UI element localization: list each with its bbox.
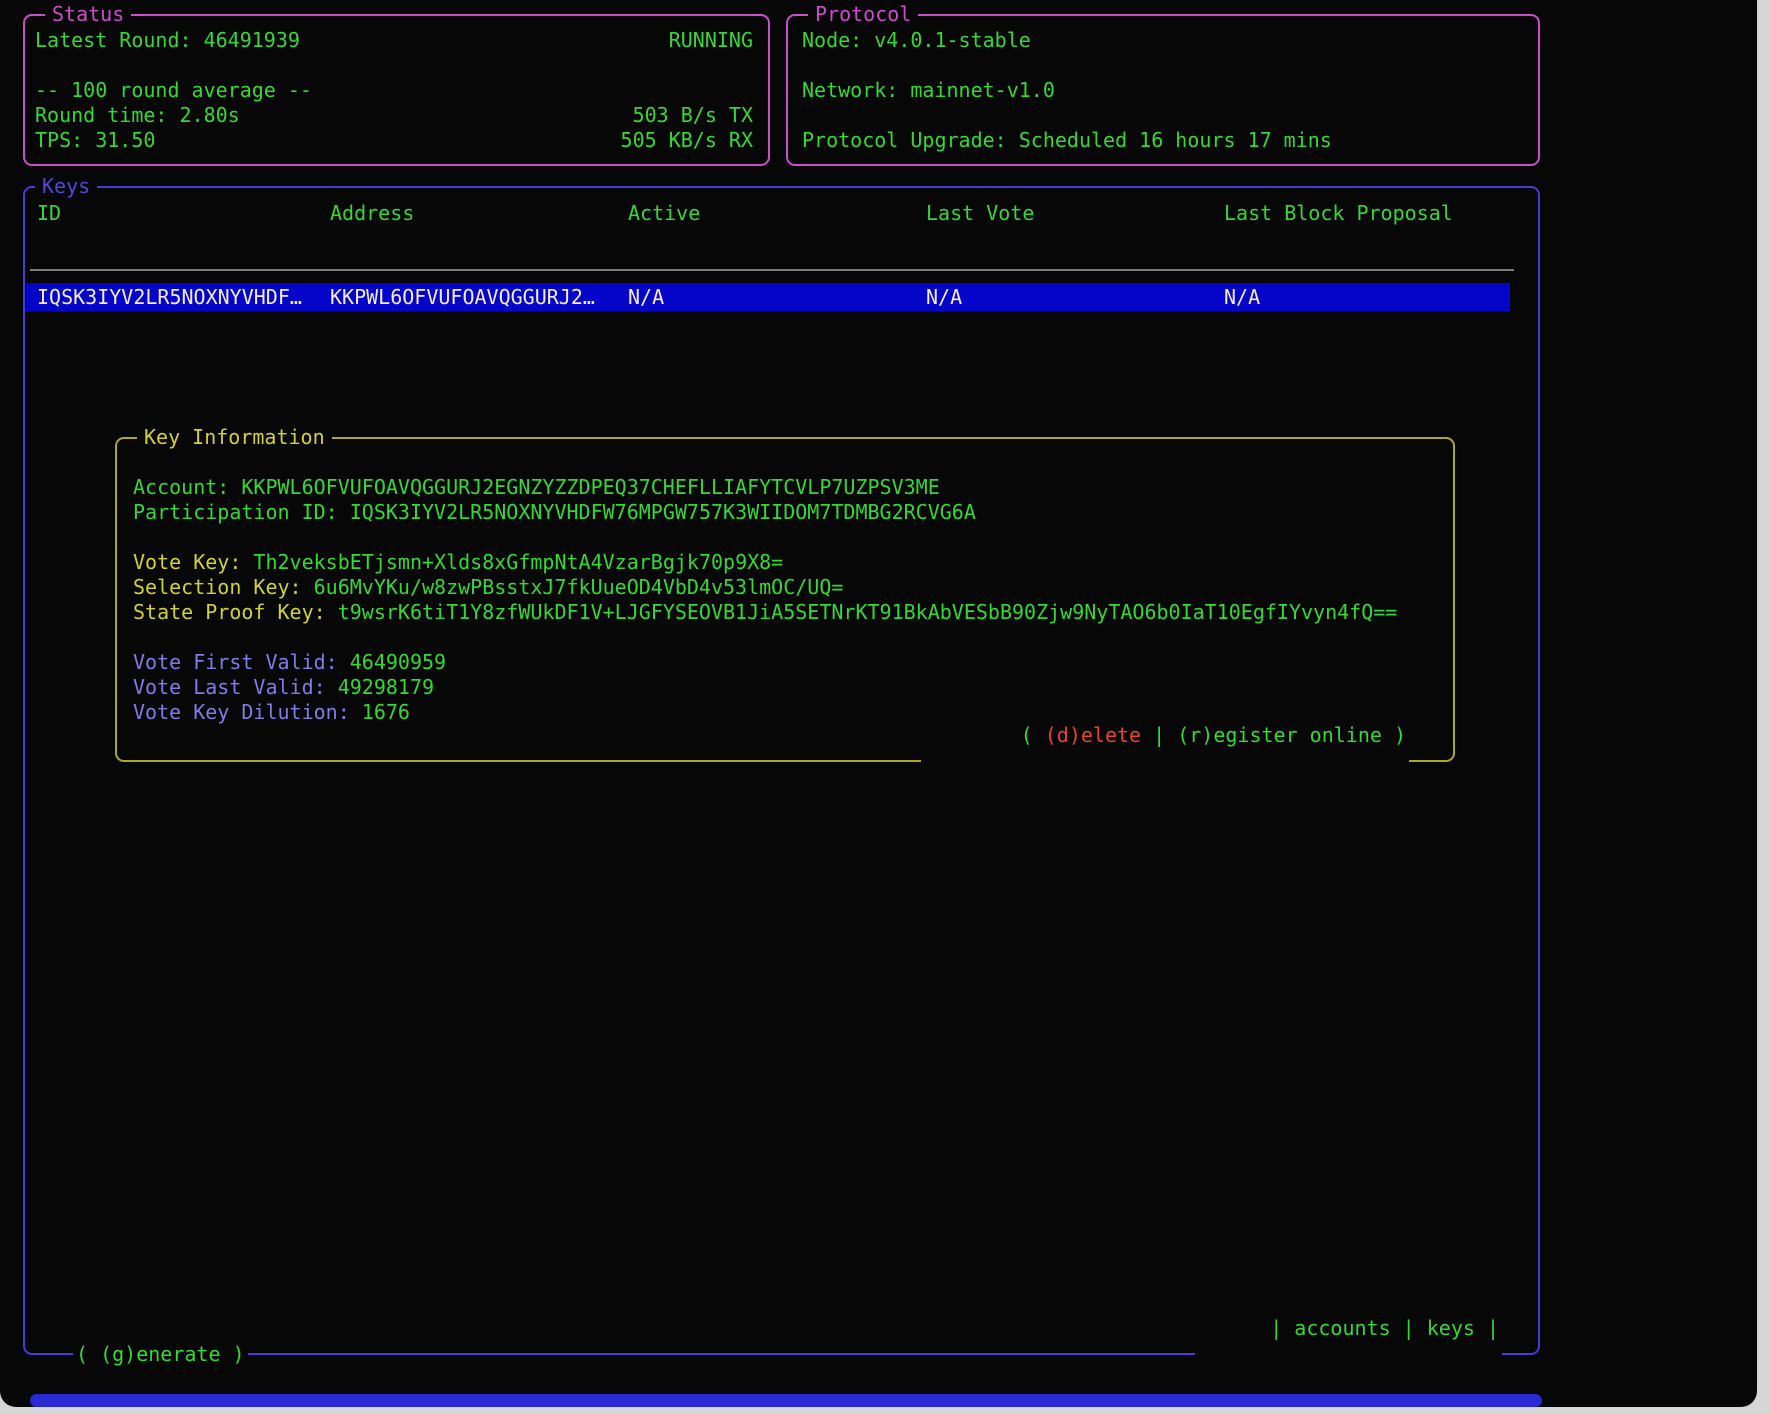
protocol-panel-title: Protocol bbox=[808, 1, 918, 27]
account-value: KKPWL6OFVUFOAVQGGURJ2EGNZYZZDPEQ37CHEFLL… bbox=[241, 475, 939, 499]
vote-key-line: Vote Key: Th2veksbETjsmn+Xlds8xGfmpNtA4V… bbox=[133, 550, 1443, 575]
keys-panel: Keys ID Address Active Last Vote Last Bl… bbox=[23, 186, 1540, 1355]
column-header-last-block-proposal: Last Block Proposal bbox=[1224, 201, 1453, 225]
status-panel-title: Status bbox=[45, 1, 131, 27]
state-proof-key-value: t9wsrK6tiT1Y8zfWUkDF1V+LJGFYSEOVB1JiA5SE… bbox=[338, 600, 1398, 624]
status-panel: Status Latest Round: 46491939 RUNNING --… bbox=[23, 14, 770, 166]
protocol-upgrade: Protocol Upgrade: Scheduled 16 hours 17 … bbox=[802, 128, 1528, 153]
key-actions-open: ( bbox=[1021, 723, 1045, 747]
latest-round: Latest Round: 46491939 bbox=[35, 28, 300, 53]
account-line: Account: KKPWL6OFVUFOAVQGGURJ2EGNZYZZDPE… bbox=[133, 475, 1443, 500]
key-actions-close: ) bbox=[1382, 723, 1406, 747]
vote-key-dilution-value: 1676 bbox=[362, 700, 410, 724]
row-cell-address: KKPWL6OFVUFOAVQGGURJ2… bbox=[330, 283, 595, 311]
tps: TPS: 31.50 bbox=[35, 128, 155, 153]
state-proof-key-line: State Proof Key: t9wsrK6tiT1Y8zfWUkDF1V+… bbox=[133, 600, 1443, 625]
column-header-active: Active bbox=[628, 201, 700, 225]
bottom-scrollbar[interactable] bbox=[30, 1394, 1542, 1407]
network: Network: mainnet-v1.0 bbox=[802, 78, 1528, 103]
key-actions: ( (d)elete | (r)egister online ) bbox=[921, 696, 1409, 774]
terminal-window: Status Latest Round: 46491939 RUNNING --… bbox=[0, 0, 1757, 1407]
tps-value: 31.50 bbox=[95, 128, 155, 152]
row-cell-last-block-proposal: N/A bbox=[1224, 283, 1260, 311]
round-time-value: 2.80s bbox=[180, 103, 240, 127]
column-header-id: ID bbox=[37, 201, 61, 225]
key-information-panel: Key Information Account: KKPWL6OFVUFOAVQ… bbox=[115, 437, 1455, 762]
vote-first-valid-line: Vote First Valid: 46490959 bbox=[133, 650, 1443, 675]
tx-rate: 503 B/s TX bbox=[633, 103, 753, 128]
selection-key-line: Selection Key: 6u6MvYKu/w8zwPBsstxJ7fkUu… bbox=[133, 575, 1443, 600]
nav-tab-keys[interactable]: keys bbox=[1427, 1316, 1475, 1340]
row-cell-id: IQSK3IYV2LR5NOXNYVHDF… bbox=[37, 283, 302, 311]
participation-id-line: Participation ID: IQSK3IYV2LR5NOXNYVHDFW… bbox=[133, 500, 1443, 525]
vote-key-value: Th2veksbETjsmn+Xlds8xGfmpNtA4VzarBgjk70p… bbox=[253, 550, 783, 574]
key-actions-separator: | bbox=[1141, 723, 1177, 747]
nav-separator: | bbox=[1391, 1316, 1427, 1340]
protocol-upgrade-value: Scheduled 16 hours 17 mins bbox=[1019, 128, 1332, 152]
view-nav: | accounts | keys | bbox=[1195, 1289, 1502, 1367]
round-average-header: -- 100 round average -- bbox=[35, 78, 753, 103]
vote-first-valid-value: 46490959 bbox=[350, 650, 446, 674]
keys-panel-title: Keys bbox=[35, 173, 97, 199]
participation-id-value: IQSK3IYV2LR5NOXNYVHDFW76MPGW757K3WIIDOM7… bbox=[350, 500, 976, 524]
network-value: mainnet-v1.0 bbox=[910, 78, 1055, 102]
rx-rate: 505 KB/s RX bbox=[621, 128, 753, 153]
node-state-badge: RUNNING bbox=[669, 28, 753, 53]
row-cell-last-vote: N/A bbox=[926, 283, 962, 311]
round-time: Round time: 2.80s bbox=[35, 103, 240, 128]
column-header-address: Address bbox=[330, 201, 414, 225]
table-row[interactable]: IQSK3IYV2LR5NOXNYVHDF… KKPWL6OFVUFOAVQGG… bbox=[26, 283, 1510, 311]
generate-action[interactable]: ( (g)enerate ) bbox=[73, 1341, 248, 1367]
row-cell-active: N/A bbox=[628, 283, 664, 311]
nav-pipe-right: | bbox=[1475, 1316, 1499, 1340]
nav-tab-accounts[interactable]: accounts bbox=[1294, 1316, 1390, 1340]
latest-round-value: 46491939 bbox=[204, 28, 300, 52]
register-online-action[interactable]: (r)egister online bbox=[1177, 723, 1382, 747]
key-information-title: Key Information bbox=[137, 424, 332, 450]
node-version-value: v4.0.1-stable bbox=[874, 28, 1031, 52]
node-version: Node: v4.0.1-stable bbox=[802, 28, 1528, 53]
protocol-panel: Protocol Node: v4.0.1-stable Network: ma… bbox=[786, 14, 1540, 166]
column-header-last-vote: Last Vote bbox=[926, 201, 1034, 225]
delete-action[interactable]: (d)elete bbox=[1045, 723, 1141, 747]
table-header-separator bbox=[30, 269, 1514, 271]
vote-last-valid-value: 49298179 bbox=[338, 675, 434, 699]
selection-key-value: 6u6MvYKu/w8zwPBsstxJ7fkUueOD4VbD4v53lmOC… bbox=[314, 575, 844, 599]
nav-pipe-left: | bbox=[1270, 1316, 1294, 1340]
